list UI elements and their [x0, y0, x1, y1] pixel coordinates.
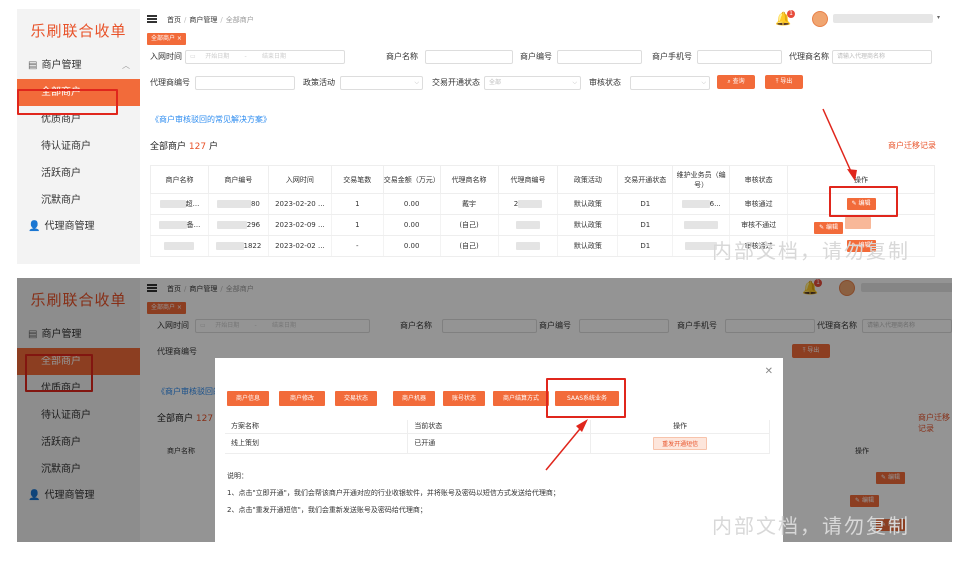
sidebar-item-active-merchants[interactable]: 活跃商户: [17, 160, 140, 187]
highlight-box-sidebar: [17, 89, 118, 115]
nav-group-agent[interactable]: 👤 代理商管理: [17, 214, 140, 240]
main-content: 首页 / 商户管理 / 全部商户 🔔 1 ▾ 全部商户 × 入网时间 ▭ 开始日期 - …: [147, 9, 952, 264]
sidebar-item-silent-merchants[interactable]: 沉默商户: [17, 187, 140, 214]
chevron-up-icon: ︿: [122, 61, 130, 70]
screenshot-merchant-modal: 乐刷联合收单 ▤ 商户管理 全部商户 优质商户 待认证商户 活跃商户 沉默商户 👤…: [17, 278, 952, 542]
nav-group-label: 代理商管理: [44, 221, 95, 232]
nav-group-label: 商户管理: [41, 60, 82, 71]
annotation-arrow: [822, 108, 857, 181]
screenshot-merchant-list: 乐刷联合收单 ▤ 商户管理 ︿ 全部商户 优质商户 待认证商户 活跃商户 沉默商户 …: [17, 9, 952, 264]
app-logo: 乐刷联合收单: [30, 22, 127, 40]
nav-group-merchant[interactable]: ▤ 商户管理 ︿: [17, 53, 140, 79]
user-icon: 👤: [28, 221, 41, 232]
watermark: 内部文档，请勿复制: [712, 239, 910, 263]
sidebar: 乐刷联合收单 ▤ 商户管理 ︿ 全部商户 优质商户 待认证商户 活跃商户 沉默商户 …: [17, 9, 140, 264]
sidebar-item-pending-merchants[interactable]: 待认证商户: [17, 133, 140, 160]
watermark: 内部文档，请勿复制: [712, 514, 910, 538]
annotation-arrow: [545, 419, 588, 471]
list-icon: ▤: [28, 60, 38, 71]
